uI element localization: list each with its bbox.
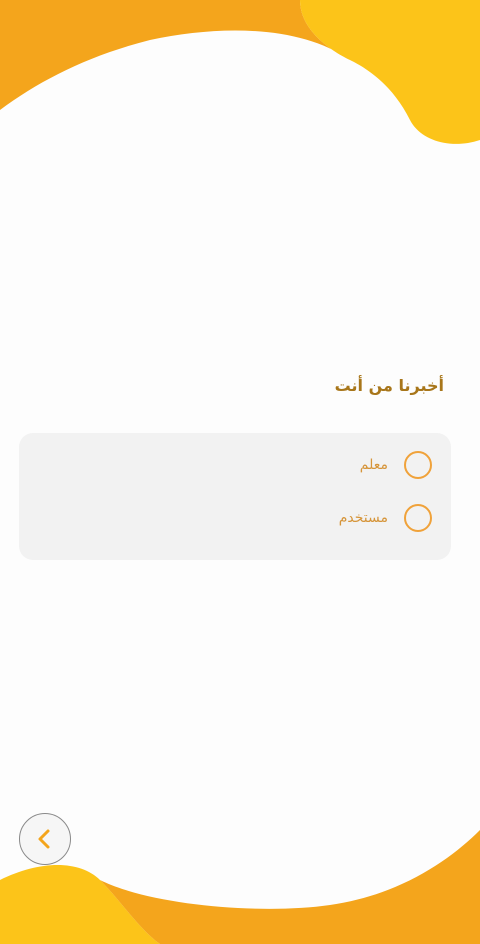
option-teacher[interactable]: معلم bbox=[360, 450, 432, 480]
option-user[interactable]: مستخدم bbox=[339, 503, 432, 533]
radio-teacher[interactable] bbox=[404, 451, 432, 479]
radio-user[interactable] bbox=[404, 504, 432, 532]
chevron-left-icon bbox=[38, 829, 50, 849]
options-card: معلم مستخدم bbox=[19, 433, 451, 560]
bottom-right-wave bbox=[100, 830, 480, 944]
top-right-wave bbox=[300, 0, 480, 144]
question-title: أخبرنا من أنت bbox=[334, 376, 444, 395]
top-left-wave bbox=[0, 0, 350, 110]
option-teacher-label: معلم bbox=[359, 457, 388, 473]
back-button[interactable] bbox=[19, 813, 71, 865]
option-user-label: مستخدم bbox=[338, 510, 388, 526]
